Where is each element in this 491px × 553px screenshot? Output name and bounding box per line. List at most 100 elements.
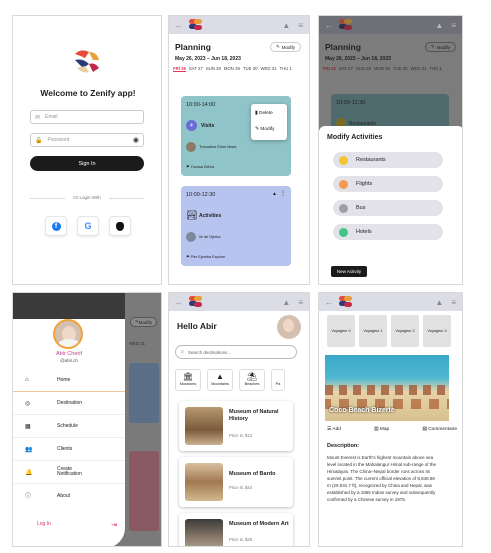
- back-icon[interactable]: ←: [175, 21, 183, 30]
- drawer-item-home[interactable]: ⌂ Home: [13, 369, 125, 392]
- drawer-item-schedule[interactable]: ▦ Schedule: [13, 415, 125, 438]
- action-label: Commentaire: [428, 427, 457, 432]
- category-row: 🏛 Museums ▲ Mountains ⛱ Beaches Pa: [175, 369, 309, 391]
- traveler-tab[interactable]: Voyageur 1: [359, 315, 387, 347]
- drawer-item-destination[interactable]: ◎ Destination: [13, 392, 125, 415]
- drawer-item-label: Schedule: [57, 423, 78, 429]
- restaurant-icon: [339, 155, 348, 165]
- drawer-menu: ⌂ Home ◎ Destination ▦ Schedule 👥 Clients 🔔 C…: [13, 369, 125, 507]
- activity-option-restaurants[interactable]: Restaurants: [333, 152, 443, 168]
- day-item[interactable]: MON 29: [374, 66, 390, 71]
- modify-menu-item[interactable]: ✎ Modify: [255, 127, 275, 132]
- day-item[interactable]: TUE 30: [243, 66, 258, 72]
- traveler-tab[interactable]: Voyageur 3: [423, 315, 451, 347]
- day-strip: FRI 26 SAT 27 SUN 28 MON 29 TUE 30 WED 3…: [173, 66, 309, 72]
- delete-menu-item[interactable]: ▮ Delete: [255, 111, 273, 116]
- destination-detail-screen: ← ▲ ≡ Voyageur 0 Voyageur 1 Voyageur 2 V…: [318, 292, 463, 547]
- day-item[interactable]: WED 31: [260, 66, 276, 72]
- menu-icon[interactable]: ≡: [298, 298, 303, 307]
- activity-card[interactable]: 10:00-12:30 ▲ ⋮ 🏞 Activities Ile de Djer…: [181, 186, 291, 266]
- top-bar: ← ▲ ≡: [169, 293, 309, 311]
- top-bar: ← ▲ ≡: [319, 16, 462, 34]
- day-item[interactable]: THU 1: [429, 66, 441, 71]
- bell-icon[interactable]: ▲: [272, 191, 277, 197]
- place-card[interactable]: Museum of Bardo Price is: $44: [179, 457, 293, 507]
- place-card[interactable]: Museum of Modern Art Price is: $25: [179, 513, 293, 546]
- logo-icon: [339, 295, 353, 309]
- eye-icon[interactable]: ◉: [133, 136, 139, 144]
- drawer-item-about[interactable]: ⓘ About: [13, 484, 125, 507]
- back-icon[interactable]: ←: [175, 298, 183, 307]
- place-card[interactable]: Museum of Natural History Price is: $13: [179, 401, 293, 451]
- email-field[interactable]: ✉ Email: [30, 110, 144, 124]
- login-screen: Welcome to Zenify app! ✉ Email 🔒 Passwor…: [12, 15, 162, 285]
- category-mountains[interactable]: ▲ Mountains: [207, 369, 233, 391]
- day-item[interactable]: THU 1: [279, 66, 291, 72]
- top-bar: ← ▲ ≡: [319, 293, 462, 311]
- modify-button[interactable]: ✎ Modify: [269, 42, 301, 52]
- greeting: Hello Abir: [177, 321, 217, 331]
- day-item[interactable]: FRI 26: [323, 66, 336, 71]
- day-item[interactable]: SAT 27: [189, 66, 203, 72]
- comment-action[interactable]: ▤ Commentaire: [422, 427, 457, 432]
- day-item[interactable]: MON 29: [224, 66, 240, 72]
- category-beaches[interactable]: ⛱ Beaches: [239, 369, 265, 391]
- drawer-header-bg: [13, 293, 125, 319]
- profile-avatar[interactable]: [277, 315, 301, 339]
- place-name: Ile de Djerba: [199, 235, 221, 239]
- menu-icon[interactable]: ≡: [298, 21, 303, 30]
- bg-modify-label: Modify: [138, 319, 152, 325]
- bottom-sheet: Modify Activities Restaurants Flights Bu…: [319, 126, 462, 284]
- drawer-item-clients[interactable]: 👥 Clients: [13, 438, 125, 461]
- modify-button[interactable]: ✎ Modify: [424, 42, 456, 52]
- search-input[interactable]: ⌕ Search destinations...: [175, 345, 297, 359]
- place-title: Museum of Modern Art: [229, 521, 289, 527]
- back-icon[interactable]: ←: [325, 21, 333, 30]
- signin-button[interactable]: Sign In: [30, 156, 144, 171]
- day-item[interactable]: FRI 26: [173, 66, 186, 72]
- activity-option-bus[interactable]: Bus: [333, 200, 443, 216]
- bell-icon[interactable]: ▲: [435, 21, 443, 30]
- bell-icon[interactable]: ▲: [435, 298, 443, 307]
- user-handle: @abir.ch: [60, 358, 78, 363]
- drawer-item-label: Clients: [57, 446, 73, 452]
- new-activity-button[interactable]: New Activity: [331, 266, 367, 277]
- add-action[interactable]: ☰ Add: [327, 427, 341, 432]
- bell-icon[interactable]: ▲: [282, 298, 290, 307]
- plane-icon: [339, 179, 348, 189]
- logout-link[interactable]: Log In ⇥: [37, 521, 117, 529]
- password-field[interactable]: 🔒 Password ◉: [30, 133, 144, 147]
- day-item[interactable]: SUN 28: [206, 66, 221, 72]
- category-label: Beaches: [244, 382, 260, 386]
- day-item[interactable]: WED 31: [410, 66, 426, 71]
- avatar[interactable]: [53, 319, 83, 349]
- google-button[interactable]: G: [77, 216, 99, 236]
- more-icon[interactable]: ⋮: [280, 190, 286, 197]
- map-action[interactable]: ▥ Map: [374, 427, 389, 432]
- day-item[interactable]: TUE 30: [393, 66, 408, 71]
- day-item[interactable]: SUN 28: [356, 66, 371, 71]
- facebook-button[interactable]: f: [45, 216, 67, 236]
- day-strip: FRI 26 SAT 27 SUN 28 MON 29 TUE 30 WED 3…: [323, 66, 462, 71]
- menu-icon[interactable]: ≡: [451, 298, 456, 307]
- bg-modify-button: ✎ Modify: [129, 317, 157, 327]
- place-title: Museum of Natural History: [229, 409, 279, 422]
- day-item[interactable]: SAT 27: [339, 66, 353, 71]
- category-label: Pa: [275, 382, 281, 386]
- apple-button[interactable]: [109, 216, 131, 236]
- bg-day-label: WED 31: [129, 341, 145, 346]
- drawer-item-create-notification[interactable]: 🔔 Create Notification: [13, 461, 125, 484]
- activity-option-flights[interactable]: Flights: [333, 176, 443, 192]
- category-parks[interactable]: Pa: [271, 369, 285, 391]
- traveler-tab[interactable]: Voyageur 2: [391, 315, 419, 347]
- traveler-tab[interactable]: Voyageur 0: [327, 315, 355, 347]
- back-icon[interactable]: ←: [325, 298, 333, 307]
- menu-icon[interactable]: ≡: [451, 21, 456, 30]
- mountain-icon: ▲: [216, 372, 224, 381]
- category-museums[interactable]: 🏛 Museums: [175, 369, 201, 391]
- date-range: May 26, 2023 – Jun 18, 2023: [325, 56, 391, 62]
- bell-icon[interactable]: ▲: [282, 21, 290, 30]
- place-name: Trocadero Eiars News: [199, 145, 237, 149]
- option-label: Bus: [356, 205, 366, 211]
- activity-option-hotels[interactable]: Hotels: [333, 224, 443, 240]
